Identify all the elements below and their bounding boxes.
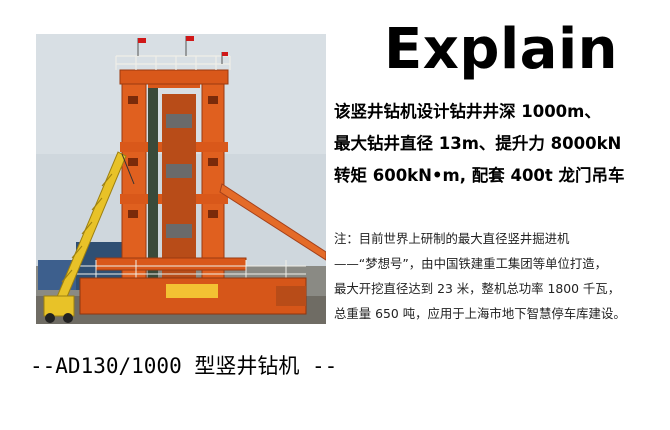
note-line: ——“梦想号”，由中国铁建重工集团等单位打造， — [334, 256, 608, 271]
image-caption: --AD130/1000 型竖井钻机 -- — [30, 354, 338, 378]
note-line: 最大开挖直径达到 23 米，整机总功率 1800 千瓦， — [334, 281, 621, 296]
note-line: 注：目前世界上研制的最大直径竖井掘进机 — [334, 231, 570, 246]
spec-line: 最大钻井直径 13m、提升力 8000kN — [334, 134, 622, 153]
spec-line: 该竖井钻机设计钻井井深 1000m、 — [334, 102, 601, 121]
note-line: 总重量 650 吨，应用于上海市地下智慧停车库建设。 — [334, 306, 626, 321]
note-block: 注：目前世界上研制的最大直径竖井掘进机 ——“梦想号”，由中国铁建重工集团等单位… — [334, 226, 670, 326]
spec-line: 转矩 600kN•m, 配套 400t 龙门吊车 — [334, 166, 625, 185]
explain-title: Explain — [384, 17, 619, 82]
spec-block: 该竖井钻机设计钻井井深 1000m、 最大钻井直径 13m、提升力 8000kN… — [334, 96, 670, 192]
drilling-rig-photo — [36, 34, 326, 324]
rig-illustration — [36, 34, 326, 324]
